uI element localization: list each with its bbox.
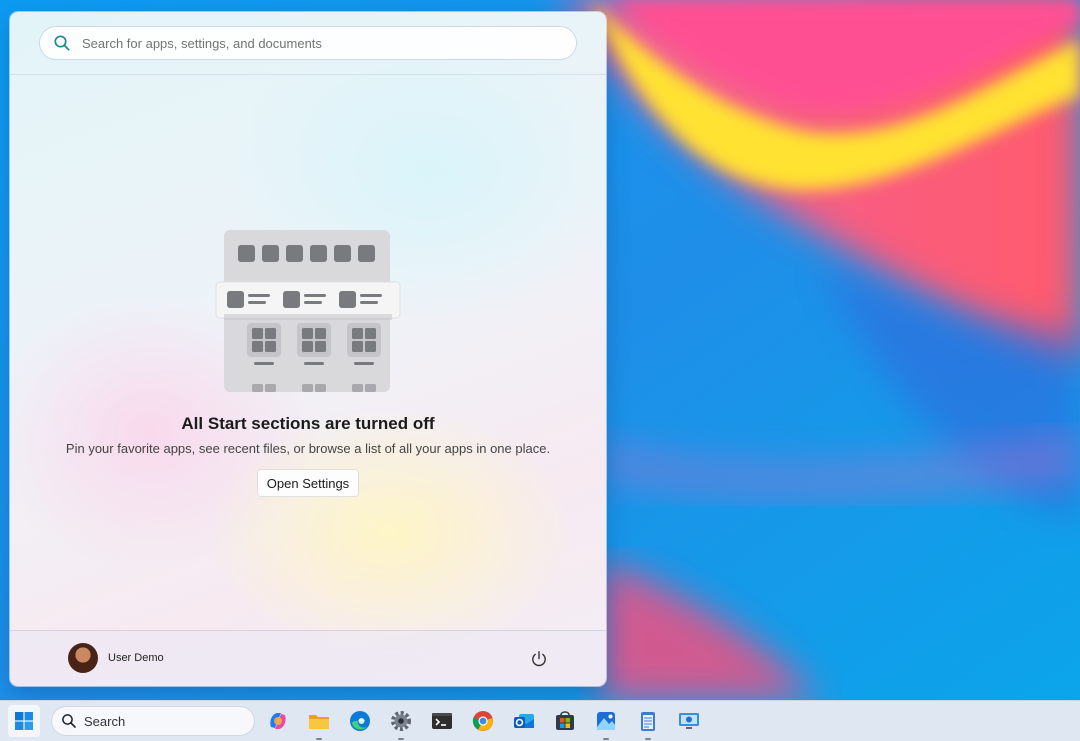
terminal-icon[interactable]	[430, 709, 454, 733]
open-settings-button[interactable]: Open Settings	[257, 469, 359, 497]
taskbar-search-box[interactable]: Search	[52, 707, 254, 735]
start-search-box[interactable]	[40, 27, 576, 59]
chrome-icon[interactable]	[471, 709, 495, 733]
store-icon[interactable]	[553, 709, 577, 733]
start-footer: User Demo	[10, 630, 606, 686]
start-search-area	[10, 12, 606, 75]
settings-icon[interactable]	[389, 709, 413, 733]
search-icon	[54, 35, 70, 51]
taskbar: Search	[0, 700, 1080, 741]
start-search-input[interactable]	[80, 34, 576, 52]
empty-state-title: All Start sections are turned off	[181, 414, 435, 433]
start-menu: All Start sections are turned off Pin yo…	[10, 12, 606, 686]
power-icon[interactable]	[529, 649, 549, 669]
windows-logo-icon	[15, 712, 33, 730]
taskbar-search-label: Search	[84, 713, 126, 729]
empty-state-description: Pin your favorite apps, see recent files…	[65, 441, 551, 456]
start-sections-illustration	[215, 230, 401, 392]
avatar	[68, 643, 98, 673]
edge-icon[interactable]	[348, 709, 372, 733]
notepad-icon[interactable]	[636, 709, 660, 733]
copilot-icon[interactable]	[266, 709, 290, 733]
photos-icon[interactable]	[594, 709, 618, 733]
search-icon	[62, 714, 76, 728]
outlook-icon[interactable]	[512, 709, 536, 733]
user-name: User Demo	[108, 652, 164, 664]
user-account-button[interactable]: User Demo	[68, 643, 164, 673]
start-button[interactable]	[8, 705, 40, 737]
remote-desktop-icon[interactable]	[677, 709, 701, 733]
file-explorer-icon[interactable]	[307, 709, 331, 733]
